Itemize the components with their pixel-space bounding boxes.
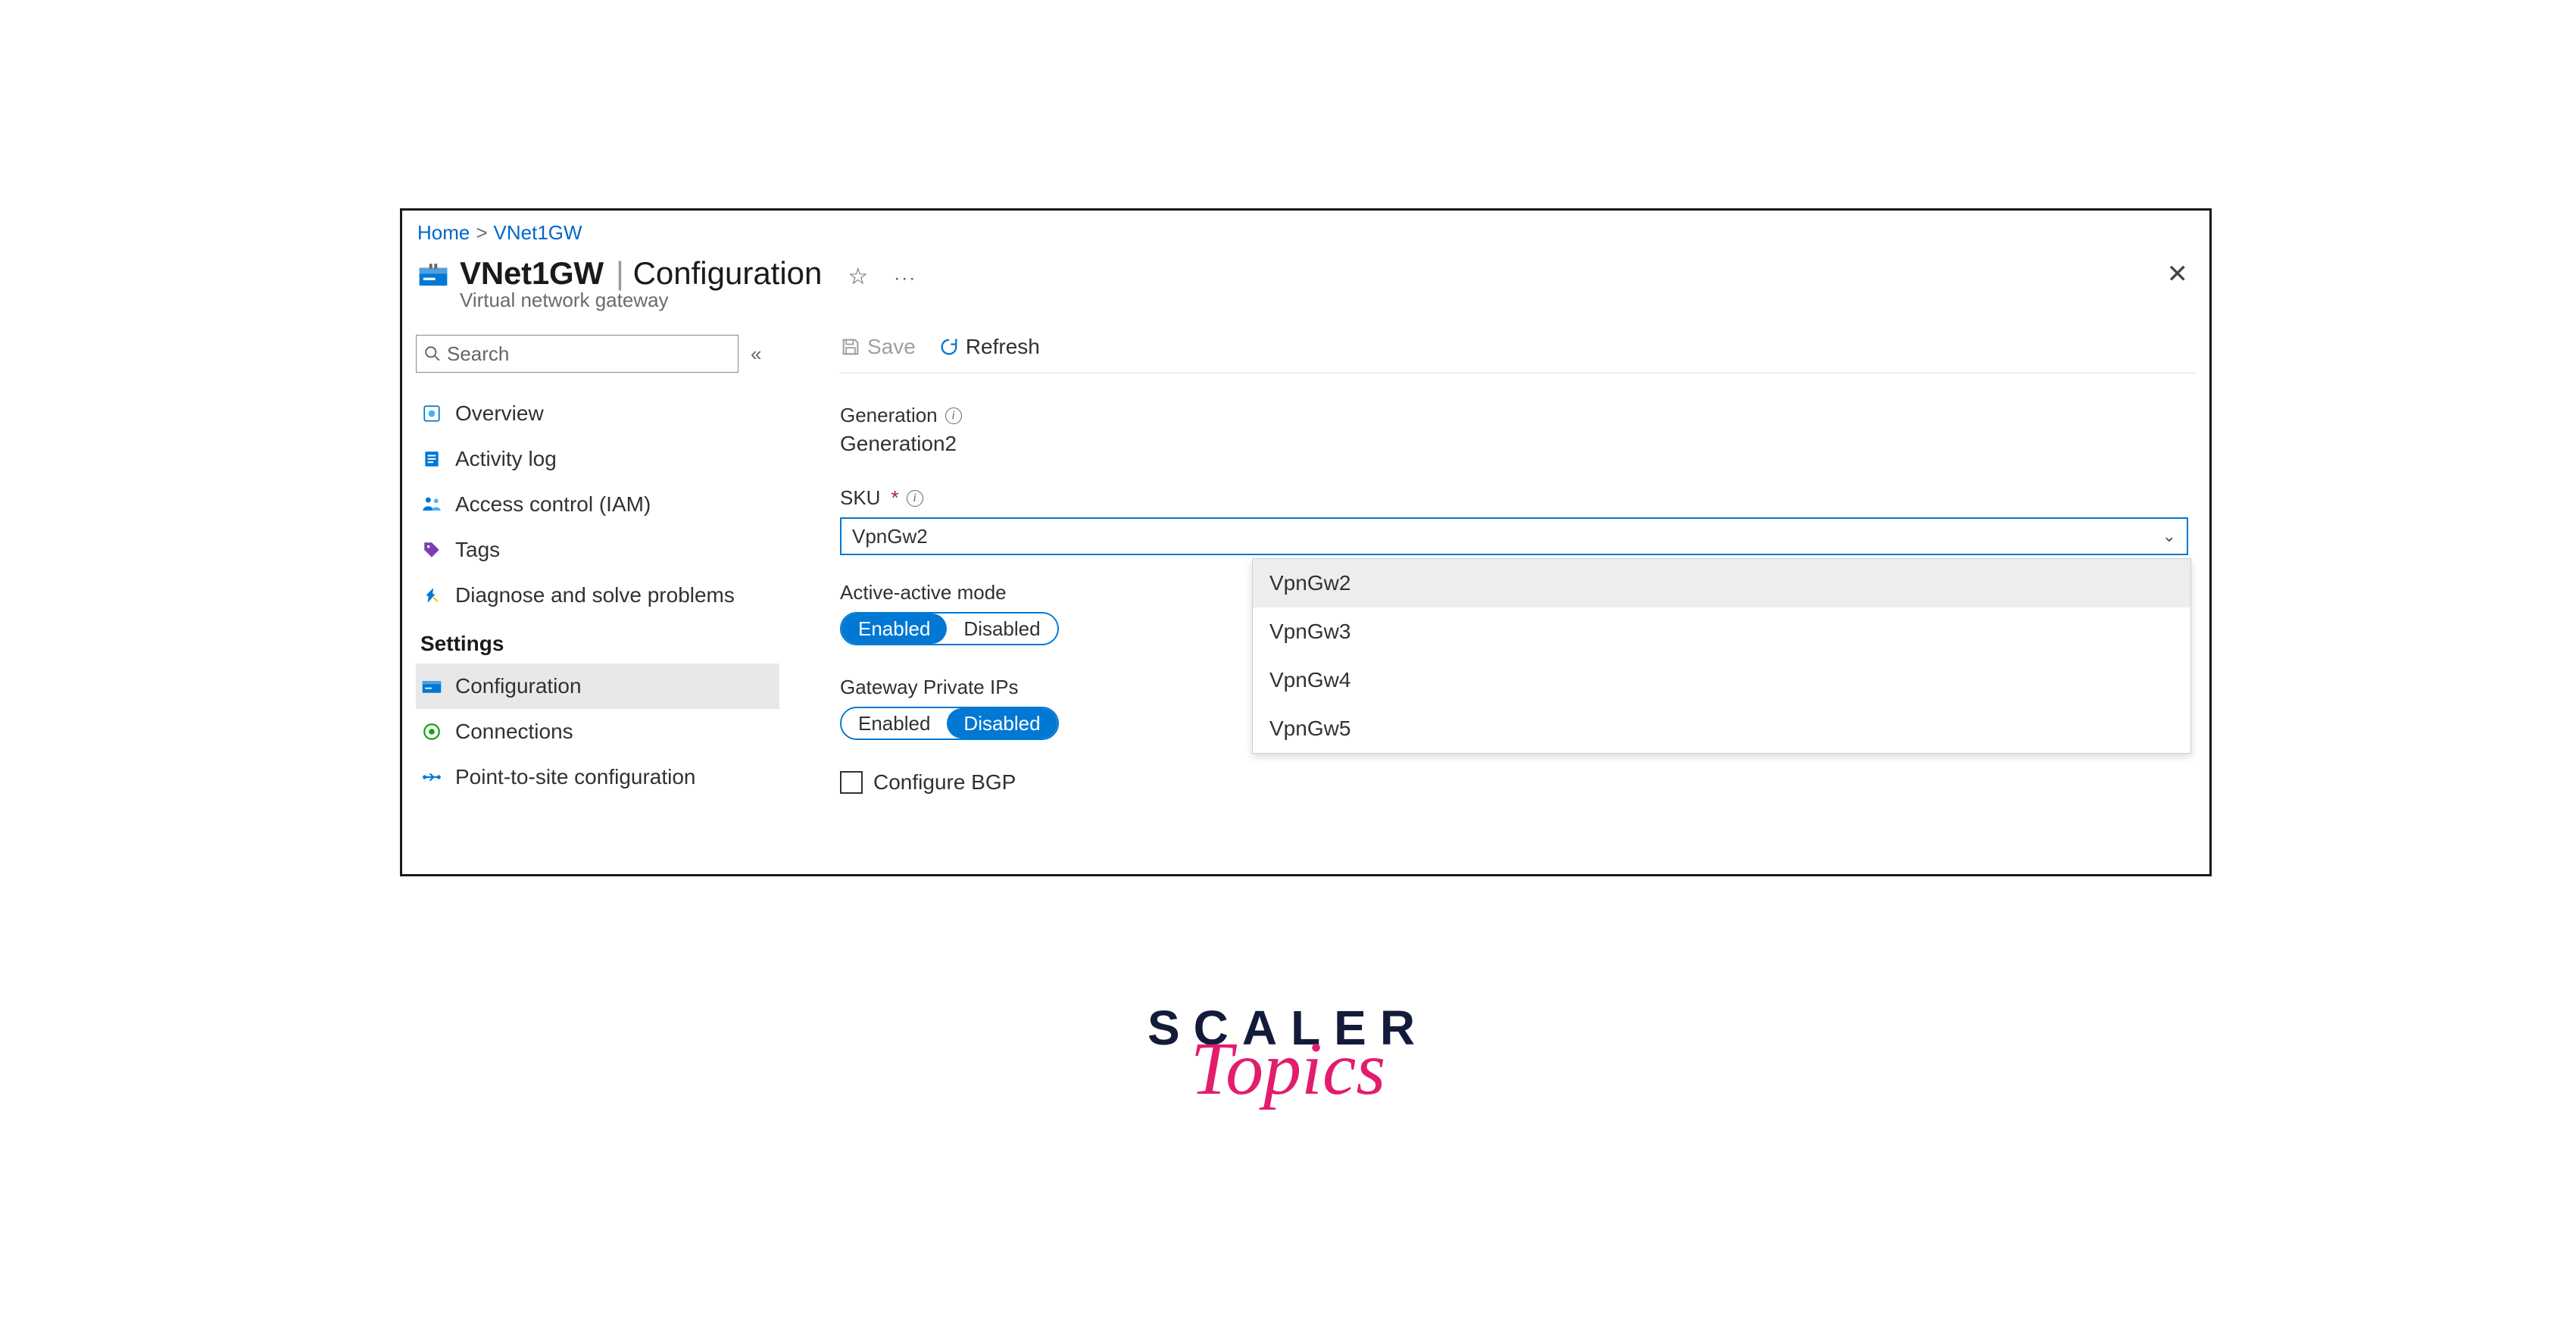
- breadcrumb-separator: >: [476, 221, 487, 245]
- configure-bgp-checkbox[interactable]: [840, 771, 863, 794]
- refresh-label: Refresh: [966, 335, 1040, 359]
- toolbar: Save Refresh: [840, 335, 2196, 373]
- p2s-icon: [420, 766, 443, 788]
- save-button[interactable]: Save: [840, 335, 916, 359]
- toggle-disabled[interactable]: Disabled: [947, 708, 1057, 739]
- sidebar-item-configuration[interactable]: Configuration: [416, 664, 779, 709]
- resource-title: VNet1GW: [460, 255, 604, 292]
- page-title: Configuration: [633, 255, 823, 291]
- sidebar-item-connections[interactable]: Connections: [416, 709, 795, 754]
- toggle-disabled[interactable]: Disabled: [947, 614, 1057, 644]
- save-label: Save: [867, 335, 916, 359]
- sku-option[interactable]: VpnGw3: [1253, 607, 2190, 656]
- scaler-topics-watermark: SCALER Topics: [1147, 1000, 1429, 1103]
- sku-dropdown: VpnGw2 VpnGw3 VpnGw4 VpnGw5: [1252, 558, 2191, 754]
- refresh-icon: [938, 336, 960, 358]
- favorite-button[interactable]: ☆: [848, 264, 868, 290]
- sidebar-item-label: Connections: [455, 720, 573, 744]
- sku-option[interactable]: VpnGw2: [1253, 559, 2190, 607]
- search-icon: [424, 345, 441, 362]
- overview-icon: [420, 402, 443, 425]
- sidebar-item-activity-log[interactable]: Activity log: [416, 436, 795, 482]
- sidebar-heading-settings: Settings: [416, 618, 795, 664]
- page-title-row: VNet1GW | Configuration ☆ ··· Virtual ne…: [416, 255, 2196, 312]
- info-icon[interactable]: i: [907, 490, 923, 507]
- breadcrumb-home-link[interactable]: Home: [417, 221, 470, 245]
- sidebar-item-label: Activity log: [455, 447, 557, 471]
- activity-log-icon: [420, 448, 443, 470]
- generation-label: Generation: [840, 404, 938, 427]
- toggle-enabled[interactable]: Enabled: [841, 708, 947, 739]
- configure-bgp-label: Configure BGP: [873, 770, 1016, 795]
- toggle-enabled[interactable]: Enabled: [841, 614, 947, 644]
- main-content: Save Refresh Generation i Generation2: [795, 335, 2196, 800]
- access-control-icon: [420, 493, 443, 516]
- sku-option[interactable]: VpnGw4: [1253, 656, 2190, 704]
- sidebar-search[interactable]: [416, 335, 738, 373]
- configure-bgp-field: Configure BGP: [840, 770, 2196, 795]
- active-active-toggle[interactable]: Enabled Disabled: [840, 612, 1059, 645]
- sidebar-item-tags[interactable]: Tags: [416, 527, 795, 573]
- sidebar-item-diagnose[interactable]: Diagnose and solve problems: [416, 573, 795, 618]
- sidebar-item-access-control[interactable]: Access control (IAM): [416, 482, 795, 527]
- resource-type-subtitle: Virtual network gateway: [460, 289, 916, 312]
- generation-field: Generation i Generation2: [840, 404, 2196, 456]
- sidebar: « Overview Activity log: [416, 335, 795, 800]
- sku-label: SKU: [840, 486, 880, 510]
- sidebar-item-label: Configuration: [455, 674, 582, 698]
- sidebar-item-label: Diagnose and solve problems: [455, 583, 735, 607]
- breadcrumb: Home > VNet1GW: [416, 218, 2196, 255]
- sidebar-item-overview[interactable]: Overview: [416, 391, 795, 436]
- active-active-label: Active-active mode: [840, 581, 1007, 604]
- sidebar-item-label: Tags: [455, 538, 500, 562]
- info-icon[interactable]: i: [945, 408, 962, 424]
- chevron-down-icon: ⌄: [2162, 526, 2176, 546]
- breadcrumb-resource-link[interactable]: VNet1GW: [494, 221, 582, 245]
- sidebar-item-label: Overview: [455, 401, 544, 426]
- gateway-private-ips-label: Gateway Private IPs: [840, 676, 1019, 699]
- sku-option[interactable]: VpnGw5: [1253, 704, 2190, 753]
- generation-value: Generation2: [840, 432, 2196, 456]
- configuration-icon: [420, 675, 443, 698]
- sidebar-item-label: Access control (IAM): [455, 492, 651, 517]
- required-indicator: *: [891, 486, 898, 510]
- diagnose-icon: [420, 584, 443, 607]
- tags-icon: [420, 539, 443, 561]
- virtual-network-gateway-icon: [417, 260, 449, 292]
- gateway-private-ips-toggle[interactable]: Enabled Disabled: [840, 707, 1059, 740]
- sidebar-item-p2s-config[interactable]: Point-to-site configuration: [416, 754, 795, 800]
- save-icon: [840, 336, 861, 358]
- azure-portal-window: Home > VNet1GW VNet1GW | Configuration ☆: [400, 208, 2212, 876]
- sku-field: SKU * i VpnGw2 ⌄ VpnGw2 VpnGw3 VpnGw4 Vpn…: [840, 486, 2196, 555]
- sku-select[interactable]: VpnGw2 ⌄ VpnGw2 VpnGw3 VpnGw4 VpnGw5: [840, 517, 2188, 555]
- refresh-button[interactable]: Refresh: [938, 335, 1040, 359]
- sku-selected-value: VpnGw2: [852, 525, 928, 548]
- more-actions-button[interactable]: ···: [894, 268, 916, 289]
- close-button[interactable]: ✕: [2167, 261, 2189, 287]
- connections-icon: [420, 720, 443, 743]
- sidebar-item-label: Point-to-site configuration: [455, 765, 696, 789]
- collapse-sidebar-button[interactable]: «: [751, 342, 761, 366]
- search-input[interactable]: [447, 342, 730, 366]
